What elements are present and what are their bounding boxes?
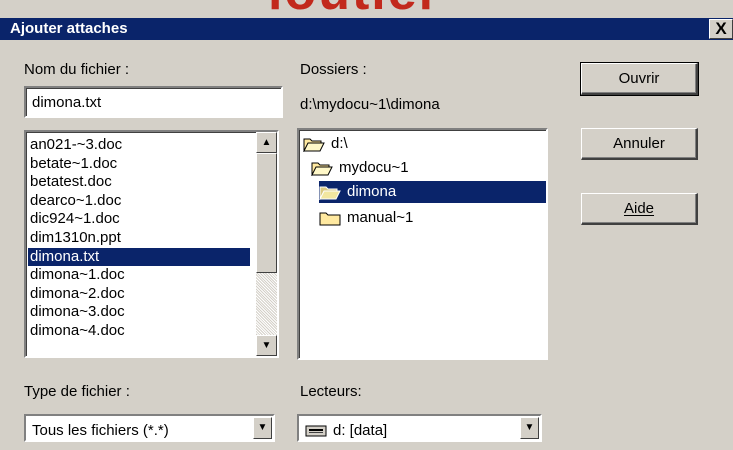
file-list-item[interactable]: dimona~1.doc [28, 266, 250, 285]
file-list-item[interactable]: dimona~3.doc [28, 303, 250, 322]
close-icon: X [715, 19, 727, 38]
drives-label: Lecteurs: [300, 383, 362, 400]
dropdown-arrow-icon: ▼ [257, 422, 268, 433]
folder-icon [319, 212, 341, 226]
file-type-dropdown-button[interactable]: ▼ [253, 417, 272, 439]
file-list-item[interactable]: dimona~4.doc [28, 322, 250, 341]
close-button[interactable]: X [709, 19, 733, 39]
drive-select[interactable]: d: [data] ▼ [297, 414, 542, 442]
file-list[interactable]: an021-~3.doc betate~1.doc betatest.doc dear… [24, 130, 279, 358]
file-list-item[interactable]: betate~1.doc [28, 155, 250, 174]
drive-icon [305, 425, 327, 437]
filename-value: dimona.txt [32, 94, 102, 111]
background-logo-text: loutiel [268, 0, 435, 18]
file-list-item[interactable]: dimona~2.doc [28, 285, 250, 304]
help-button[interactable]: Aide [581, 193, 698, 225]
file-list-item[interactable]: an021-~3.doc [28, 136, 250, 155]
file-list-item[interactable]: dearco~1.doc [28, 192, 250, 211]
drive-value-wrap: d: [data] [305, 422, 387, 439]
filename-input[interactable]: dimona.txt [24, 86, 283, 118]
folder-item-mydocu[interactable]: mydocu~1 [311, 157, 409, 179]
file-list-item[interactable]: dimona.txt [28, 247, 250, 267]
folder-item-manual[interactable]: manual~1 [319, 207, 413, 229]
folder-item-d-root[interactable]: d:\ [303, 133, 348, 155]
scroll-down-button[interactable]: ▼ [256, 335, 277, 356]
folder-open-icon [311, 162, 333, 177]
file-type-label: Type de fichier : [24, 383, 130, 400]
scroll-up-icon: ▲ [261, 137, 272, 148]
folder-open-icon [319, 186, 341, 201]
filename-label: Nom du fichier : [24, 61, 130, 78]
current-path: d:\mydocu~1\dimona [300, 96, 440, 113]
file-list-item[interactable]: dic924~1.doc [28, 210, 250, 229]
file-list-item[interactable]: dim1310n.ppt [28, 229, 250, 248]
file-list-item[interactable]: betatest.doc [28, 173, 250, 192]
title-bar: Ajouter attaches X [0, 18, 733, 40]
cancel-button[interactable]: Annuler [581, 128, 698, 160]
folders-label: Dossiers : [300, 61, 367, 78]
drive-value: d: [data] [333, 422, 388, 439]
folder-list[interactable]: d:\ mydocu~1 dimona manual~1 [297, 128, 548, 360]
folder-item-dimona[interactable]: dimona [319, 181, 546, 203]
scroll-up-button[interactable]: ▲ [256, 132, 277, 153]
file-list-scrollbar[interactable]: ▲ ▼ [256, 132, 277, 356]
drive-dropdown-button[interactable]: ▼ [520, 417, 539, 439]
dropdown-arrow-icon: ▼ [524, 422, 535, 433]
window-title: Ajouter attaches [10, 20, 128, 37]
open-button[interactable]: Ouvrir [580, 62, 699, 96]
scroll-thumb[interactable] [256, 153, 277, 273]
scroll-down-icon: ▼ [261, 340, 272, 351]
file-type-select[interactable]: Tous les fichiers (*.*) ▼ [24, 414, 275, 442]
file-type-value: Tous les fichiers (*.*) [32, 422, 169, 439]
folder-open-icon [303, 138, 325, 153]
